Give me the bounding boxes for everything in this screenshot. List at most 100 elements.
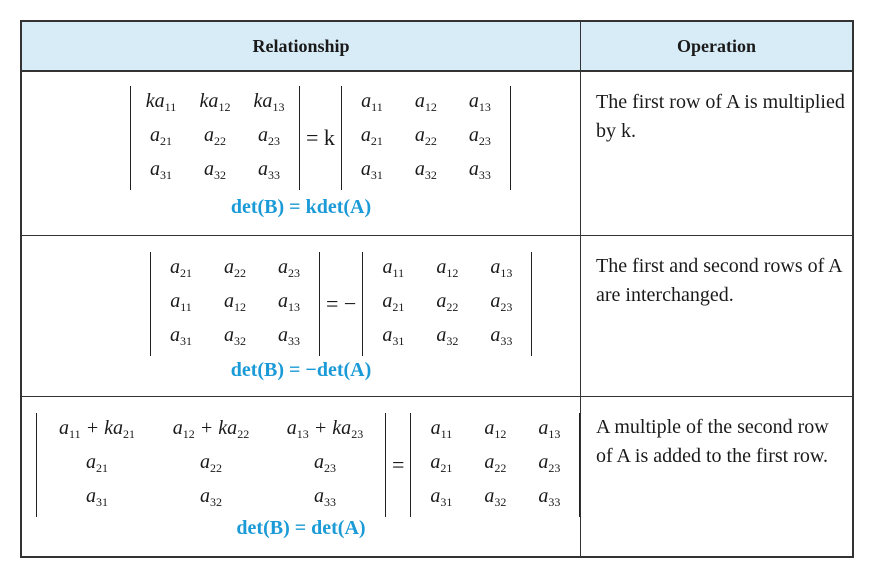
matrix-row: a11 a12 a13 xyxy=(417,415,573,447)
matrix-entry: a32 xyxy=(414,158,437,182)
table-row: a11 + ka21 a12 + ka22 a13 + ka23 a21 a22 a23 a… xyxy=(22,397,852,556)
right-determinant: a11 a12 a13 a21 a22 a23 a31 a32 a33 xyxy=(340,86,511,190)
table-row: ka11 ka12 ka13 a21 a22 a23 a31 a32 a33 = k a11 a1… xyxy=(22,72,852,235)
matrix-entry: a13 xyxy=(490,256,513,280)
matrix-entry: a13 xyxy=(468,90,491,114)
matrix-row: a31 a32 a33 xyxy=(369,322,525,354)
matrix-entry: a23 xyxy=(258,124,280,148)
matrix-entry: a21 xyxy=(430,451,453,475)
operation-text: The first row of A is multiplied by k. xyxy=(596,91,845,142)
right-determinant: a11 a12 a13 a21 a22 a23 a31 a32 a33 xyxy=(410,413,581,517)
matrix-entry: a32 xyxy=(204,158,226,182)
matrix-entry: a31 xyxy=(430,485,453,509)
matrix-entry: a11 xyxy=(382,256,405,280)
determinant-formula: det(B) = kdet(A) xyxy=(230,196,372,218)
matrix-row: a21 a22 a23 xyxy=(369,288,525,320)
matrix-row: a11 + ka21 a12 + ka22 a13 + ka23 xyxy=(43,415,379,447)
determinant-equation: a11 + ka21 a12 + ka22 a13 + ka23 a21 a22 a23 a… xyxy=(36,413,581,517)
matrix-entry: a22 xyxy=(200,451,222,475)
matrix-row: a11 a12 a13 xyxy=(157,288,313,320)
determinant-equation: a21 a22 a23 a11 a12 a13 a31 a32 a33 = − a11 a12 a1… xyxy=(150,252,533,356)
matrix-entry: a21 xyxy=(86,451,108,475)
matrix-entry: a31 xyxy=(86,485,108,509)
matrix-row: a21 a22 a23 xyxy=(137,122,293,154)
matrix-row: a21 a22 a23 xyxy=(43,449,379,481)
matrix-entry: a13 + ka23 xyxy=(286,417,364,441)
left-determinant: a21 a22 a23 a11 a12 a13 a31 a32 a33 xyxy=(150,252,320,356)
header-relationship: Relationship xyxy=(252,36,350,56)
left-determinant: ka11 ka12 ka13 a21 a22 a23 a31 a32 a33 xyxy=(130,86,300,190)
matrix-entry: a12 xyxy=(414,90,437,114)
matrix-entry: a31 xyxy=(170,324,192,348)
matrix-entry: a33 xyxy=(314,485,336,509)
matrix-entry: a22 xyxy=(224,256,246,280)
table-header: Relationship Operation xyxy=(22,22,852,72)
equation-operator: = k xyxy=(306,125,335,150)
matrix-entry: a13 xyxy=(278,290,300,314)
determinant-formula: det(B) = det(A) xyxy=(236,517,366,539)
matrix-entry: a12 + ka22 xyxy=(172,417,250,441)
matrix-entry: a21 xyxy=(170,256,192,280)
matrix-entry: a11 xyxy=(361,90,383,114)
matrix-entry: a23 xyxy=(468,124,491,148)
relationship-cell: a21 a22 a23 a11 a12 a13 a31 a32 a33 = − a11 a12 a1… xyxy=(22,236,580,396)
operation-text: A multiple of the second row of A is add… xyxy=(596,416,829,467)
matrix-row: a11 a12 a13 xyxy=(348,88,504,120)
matrix-entry: a21 xyxy=(150,124,172,148)
equation-operator: = xyxy=(392,452,405,477)
matrix-entry: a23 xyxy=(314,451,336,475)
matrix-row: a31 a32 a33 xyxy=(417,483,573,515)
matrix-entry: a22 xyxy=(414,124,437,148)
matrix-entry: ka13 xyxy=(253,90,285,114)
matrix-entry: a31 xyxy=(360,158,383,182)
matrix-entry: a23 xyxy=(278,256,300,280)
matrix-entry: a21 xyxy=(360,124,383,148)
matrix-row: a21 a22 a23 xyxy=(157,254,313,286)
matrix-entry: a22 xyxy=(436,290,459,314)
matrix-row: a21 a22 a23 xyxy=(348,122,504,154)
matrix-entry: ka12 xyxy=(199,90,231,114)
left-determinant: a11 + ka21 a12 + ka22 a13 + ka23 a21 a22 a23 a… xyxy=(36,413,386,517)
matrix-entry: a32 xyxy=(436,324,459,348)
matrix-entry: a33 xyxy=(278,324,300,348)
matrix-row: a31 a32 a33 xyxy=(157,322,313,354)
right-determinant: a11 a12 a13 a21 a22 a23 a31 a32 a33 xyxy=(362,252,533,356)
determinant-properties-table: Relationship Operation ka11 ka12 ka13 a21 a2… xyxy=(20,20,854,558)
matrix-entry: a13 xyxy=(538,417,561,441)
matrix-row: a21 a22 a23 xyxy=(417,449,573,481)
matrix-row: a31 a32 a33 xyxy=(137,156,293,188)
matrix-entry: a31 xyxy=(150,158,172,182)
matrix-entry: a33 xyxy=(468,158,491,182)
matrix-entry: a33 xyxy=(258,158,280,182)
matrix-entry: a23 xyxy=(538,451,561,475)
equation-operator: = − xyxy=(326,291,357,316)
table-row: a21 a22 a23 a11 a12 a13 a31 a32 a33 = − a11 a12 a1… xyxy=(22,236,852,396)
relationship-cell: a11 + ka21 a12 + ka22 a13 + ka23 a21 a22 a23 a… xyxy=(22,397,581,556)
matrix-row: a11 a12 a13 xyxy=(369,254,525,286)
matrix-entry: a32 xyxy=(484,485,507,509)
matrix-entry: a11 xyxy=(430,417,453,441)
operation-text: The first and second rows of A are inter… xyxy=(596,255,842,306)
matrix-entry: ka11 xyxy=(145,90,177,114)
matrix-entry: a31 xyxy=(382,324,405,348)
matrix-entry: a21 xyxy=(382,290,405,314)
matrix-entry: a32 xyxy=(200,485,222,509)
header-operation: Operation xyxy=(677,36,756,56)
matrix-entry: a32 xyxy=(224,324,246,348)
matrix-entry: a22 xyxy=(204,124,226,148)
determinant-equation: ka11 ka12 ka13 a21 a22 a23 a31 a32 a33 = k a11 a1… xyxy=(130,86,511,190)
matrix-entry: a12 xyxy=(224,290,246,314)
matrix-entry: a22 xyxy=(484,451,507,475)
matrix-entry: a33 xyxy=(490,324,513,348)
matrix-entry: a11 xyxy=(170,290,192,314)
matrix-entry: a11 + ka21 xyxy=(59,417,135,441)
matrix-entry: a23 xyxy=(490,290,513,314)
matrix-entry: a12 xyxy=(436,256,459,280)
matrix-row: a31 a32 a33 xyxy=(43,483,379,515)
matrix-row: ka11 ka12 ka13 xyxy=(137,88,293,120)
relationship-cell: ka11 ka12 ka13 a21 a22 a23 a31 a32 a33 = k a11 a1… xyxy=(22,72,580,235)
matrix-entry: a33 xyxy=(538,485,561,509)
matrix-row: a31 a32 a33 xyxy=(348,156,504,188)
determinant-formula: det(B) = −det(A) xyxy=(230,359,372,381)
matrix-entry: a12 xyxy=(484,417,507,441)
